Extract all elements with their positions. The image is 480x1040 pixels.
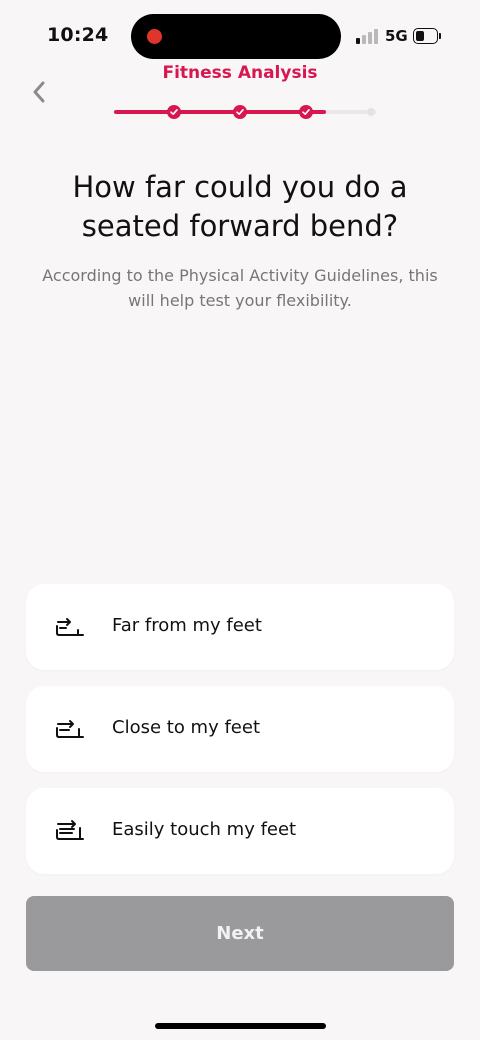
dynamic-island xyxy=(131,14,341,59)
check-icon xyxy=(236,109,244,115)
option-label: Close to my feet xyxy=(112,717,260,738)
home-indicator xyxy=(155,1023,326,1029)
seated-bend-close-icon xyxy=(56,720,84,738)
seated-bend-far-icon xyxy=(56,618,84,636)
seated-bend-touch-icon xyxy=(56,820,84,840)
progress-step-complete xyxy=(167,105,181,119)
check-icon xyxy=(170,109,178,115)
progress-bar xyxy=(114,104,376,120)
progress-fill xyxy=(114,110,327,114)
option-easily-touch-feet[interactable]: Easily touch my feet xyxy=(26,788,454,874)
next-button[interactable]: Next xyxy=(26,896,454,971)
question-subtitle: According to the Physical Activity Guide… xyxy=(42,266,438,310)
signal-bars-icon xyxy=(356,28,380,44)
network-type: 5G xyxy=(385,27,408,45)
option-far-from-feet[interactable]: Far from my feet xyxy=(26,584,454,670)
status-time: 10:24 xyxy=(47,24,109,46)
option-label: Far from my feet xyxy=(112,615,262,636)
option-close-to-feet[interactable]: Close to my feet xyxy=(26,686,454,772)
status-bar: 10:24 5G xyxy=(0,0,480,70)
recording-dot-icon xyxy=(147,29,162,44)
chevron-left-icon xyxy=(33,81,45,103)
progress-step-complete xyxy=(233,105,247,119)
battery-icon xyxy=(413,28,441,44)
option-label: Easily touch my feet xyxy=(112,819,297,840)
question-title: How far could you do a seated forward be… xyxy=(72,170,408,243)
page-title: Fitness Analysis xyxy=(162,63,318,83)
progress-step-complete xyxy=(299,105,313,119)
check-icon xyxy=(302,109,310,115)
progress-step-pending xyxy=(367,108,375,116)
